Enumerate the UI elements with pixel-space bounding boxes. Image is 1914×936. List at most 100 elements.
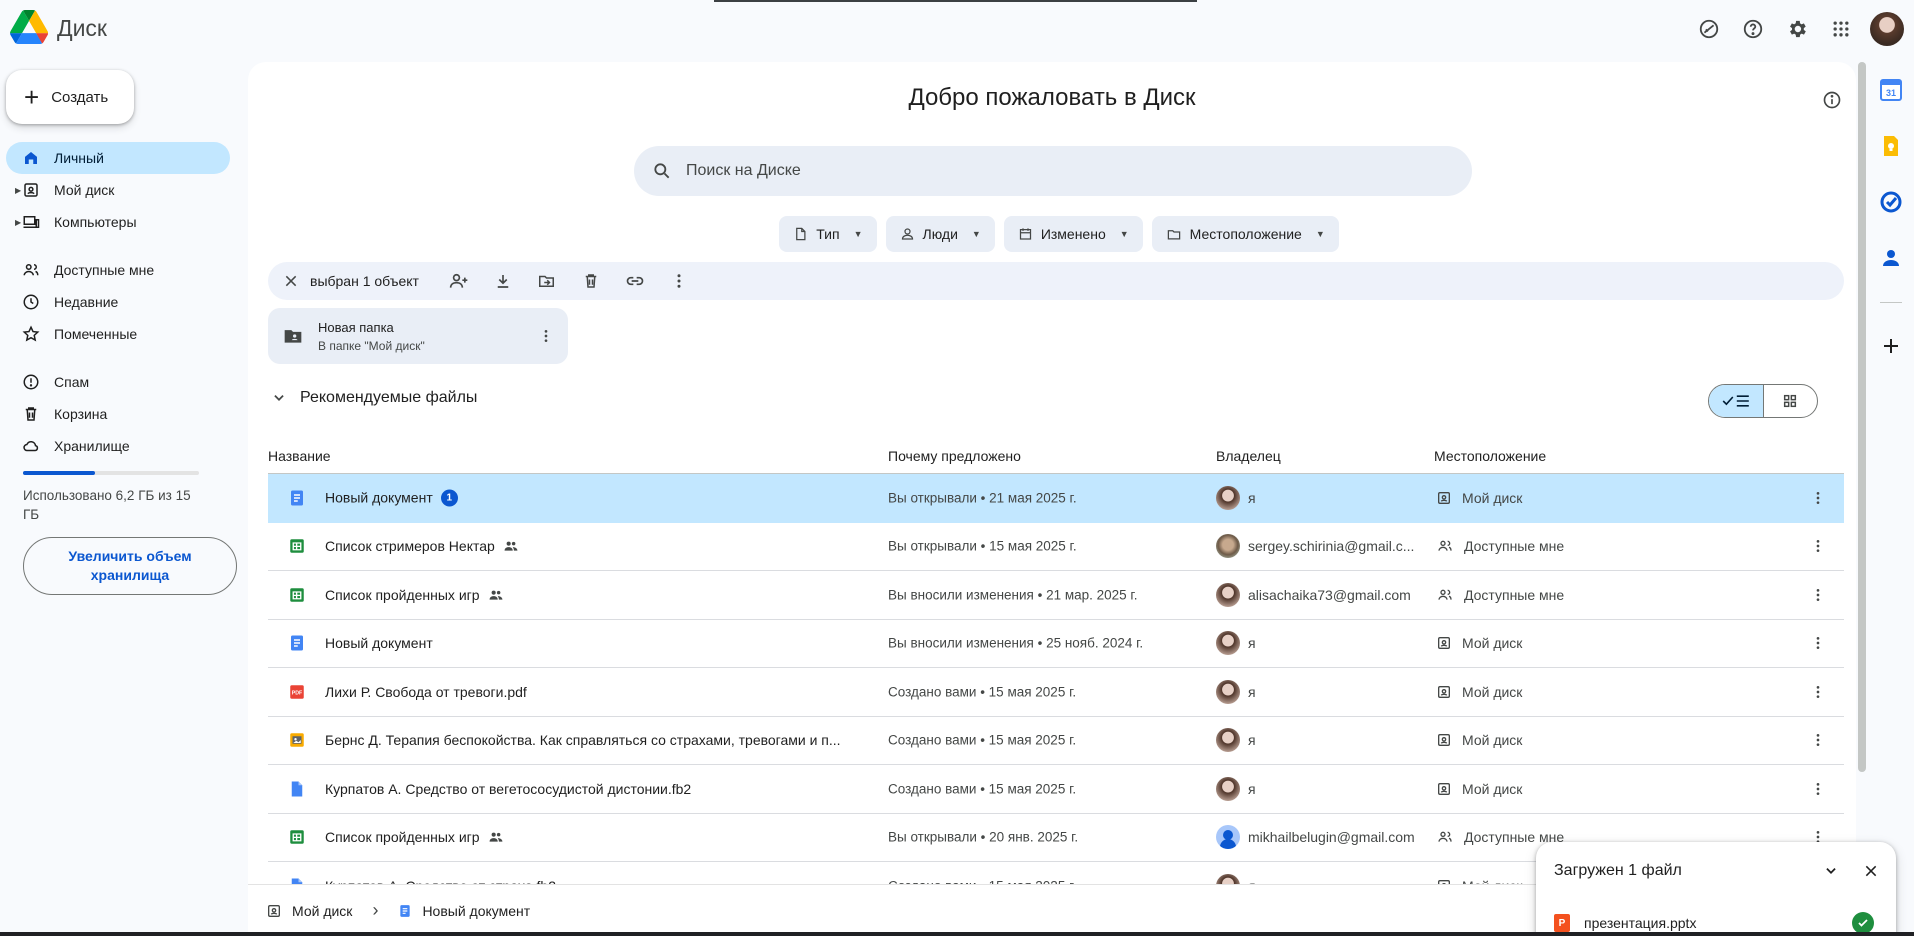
expand-caret-icon[interactable]: ▶ — [15, 186, 21, 195]
account-avatar[interactable] — [1870, 12, 1904, 46]
row-more-icon[interactable] — [1806, 583, 1830, 607]
table-row[interactable]: PDF Лихи Р. Свобода от тревоги.pdf Создано… — [268, 668, 1844, 717]
collapse-chevron-down-icon[interactable] — [1818, 858, 1844, 884]
file-name-cell[interactable]: Новый документ — [325, 635, 433, 651]
sidebar-item-trash[interactable]: Корзина — [6, 398, 230, 430]
move-to-folder-icon[interactable] — [525, 266, 569, 296]
row-more-icon[interactable] — [1806, 728, 1830, 752]
tasks-app-icon[interactable] — [1879, 190, 1903, 214]
owner-cell: alisachaika73@gmail.com — [1216, 582, 1411, 607]
row-more-icon[interactable] — [1806, 486, 1830, 510]
search-bar[interactable] — [634, 146, 1472, 196]
table-row[interactable]: Список стримеров Нектар Вы открывали • 15… — [268, 523, 1844, 571]
file-name-cell[interactable]: Курпатов А. Средство от вегетососудистой… — [325, 781, 691, 797]
help-icon[interactable] — [1738, 14, 1768, 44]
filter-people-chip[interactable]: Люди ▼ — [885, 216, 995, 252]
filter-modified-chip[interactable]: Изменено ▼ — [1003, 216, 1143, 252]
file-name-cell[interactable]: Список пройденных игр — [325, 829, 504, 845]
row-more-icon[interactable] — [1806, 680, 1830, 704]
main-scrollbar[interactable] — [1858, 62, 1866, 772]
upload-item[interactable]: P презентация.pptx — [1554, 914, 1696, 932]
file-name: Новый документ — [325, 635, 433, 652]
info-icon[interactable] — [1822, 90, 1842, 110]
shared-people-icon — [23, 264, 39, 276]
sidebar-item-storage[interactable]: Хранилище — [6, 430, 230, 462]
file-name-cell[interactable]: Список стримеров Нектар — [325, 538, 519, 554]
column-name[interactable]: Название — [268, 448, 331, 464]
sidebar-item-starred[interactable]: Помеченные — [6, 318, 230, 350]
breadcrumb-current[interactable]: Новый документ — [422, 903, 530, 919]
filter-chip-label: Люди — [922, 226, 958, 242]
clear-selection-close-icon[interactable] — [278, 268, 304, 294]
suggested-folder-card[interactable]: Новая папка В папке "Мой диск" — [268, 308, 568, 364]
create-button[interactable]: + Создать — [6, 70, 134, 124]
upgrade-storage-button[interactable]: Увеличить объем хранилища — [23, 537, 237, 595]
filter-location-chip[interactable]: Местоположение ▼ — [1151, 216, 1339, 252]
dropdown-arrow-icon: ▼ — [1119, 229, 1129, 239]
contacts-app-icon[interactable] — [1879, 246, 1903, 270]
expand-caret-icon[interactable]: ▶ — [15, 218, 21, 227]
breadcrumb: Мой диск › Новый документ — [248, 884, 1538, 936]
table-row[interactable]: Новый документ Вы вносили изменения • 25 … — [268, 620, 1844, 668]
file-name-cell[interactable]: Список пройденных игр — [325, 587, 504, 603]
sidebar-item-shared[interactable]: Доступные мне — [6, 254, 230, 286]
search-icon[interactable] — [652, 161, 672, 181]
file-name-cell[interactable]: Лихи Р. Свобода от тревоги.pdf — [325, 684, 527, 700]
grid-view-button[interactable] — [1764, 385, 1818, 417]
add-addon-plus-icon[interactable] — [1879, 334, 1903, 358]
sidebar-item-recent[interactable]: Недавние — [6, 286, 230, 318]
offline-ready-icon[interactable] — [1694, 14, 1724, 44]
activity-badge: 1 — [440, 489, 458, 507]
row-more-icon[interactable] — [1806, 631, 1830, 655]
copy-link-icon[interactable] — [613, 266, 657, 296]
location-cell[interactable]: Доступные мне — [1436, 538, 1564, 554]
location-cell[interactable]: Мой диск — [1436, 490, 1522, 506]
create-button-label: Создать — [51, 88, 109, 106]
file-name: Курпатов А. Средство от вегетососудистой… — [325, 780, 692, 797]
sheet-icon — [288, 586, 306, 604]
cloud-icon — [23, 440, 39, 452]
list-view-button[interactable] — [1709, 385, 1764, 417]
filter-chip-label: Местоположение — [1189, 226, 1302, 242]
table-row[interactable]: Курпатов А. Средство от вегетососудистой… — [268, 765, 1844, 814]
sidebar-item-my-drive[interactable]: ▶ Мой диск — [6, 174, 230, 206]
suggested-files-header[interactable]: Рекомендуемые файлы — [272, 389, 477, 407]
selection-count: выбран 1 объект — [310, 273, 419, 289]
location-cell[interactable]: Мой диск — [1436, 781, 1522, 797]
drive-logo-icon[interactable] — [10, 10, 48, 44]
share-add-person-icon[interactable] — [437, 266, 481, 296]
location-cell[interactable]: Мой диск — [1436, 635, 1522, 651]
upload-title: Загружен 1 файл — [1554, 862, 1682, 879]
grid-icon — [1784, 394, 1797, 408]
location-cell[interactable]: Мой диск — [1436, 732, 1522, 748]
row-more-icon[interactable] — [1806, 777, 1830, 801]
keep-app-icon[interactable] — [1879, 134, 1903, 158]
download-icon[interactable] — [481, 266, 525, 296]
table-row[interactable]: Бернс Д. Терапия беспокойства. Как справ… — [268, 717, 1844, 765]
delete-trash-icon[interactable] — [569, 266, 613, 296]
chevron-down-icon[interactable] — [272, 391, 286, 405]
calendar-app-icon[interactable]: 31 — [1879, 78, 1903, 102]
sidebar-item-spam[interactable]: Спам — [6, 366, 230, 398]
owner-cell: я — [1216, 631, 1256, 656]
breadcrumb-root[interactable]: Мой диск — [292, 903, 352, 919]
file-name-cell[interactable]: Новый документ 1 — [325, 489, 458, 507]
location-name: Мой диск — [1462, 683, 1523, 700]
file-name-cell[interactable]: Бернс Д. Терапия беспокойства. Как справ… — [325, 732, 841, 748]
settings-gear-icon[interactable] — [1782, 14, 1812, 44]
row-more-icon[interactable] — [1806, 534, 1830, 558]
app-title[interactable]: Диск — [57, 15, 107, 42]
more-actions-icon[interactable] — [657, 266, 701, 296]
location-cell[interactable]: Доступные мне — [1436, 587, 1564, 603]
location-cell[interactable]: Мой диск — [1436, 684, 1522, 700]
table-row[interactable]: Список пройденных игр Вы вносили изменени… — [268, 571, 1844, 620]
folder-more-icon[interactable] — [534, 324, 558, 348]
table-row[interactable]: Новый документ 1 Вы открывали • 21 мая 202… — [268, 474, 1844, 523]
filter-type-chip[interactable]: Тип ▼ — [779, 216, 877, 252]
page-title: Добро пожаловать в Диск — [908, 84, 1196, 111]
close-icon[interactable] — [1858, 858, 1884, 884]
sidebar-item-computers[interactable]: ▶ Компьютеры — [6, 206, 230, 238]
sidebar-item-personal[interactable]: Личный — [6, 142, 230, 174]
apps-grid-icon[interactable] — [1826, 14, 1856, 44]
search-input[interactable] — [686, 162, 1386, 180]
